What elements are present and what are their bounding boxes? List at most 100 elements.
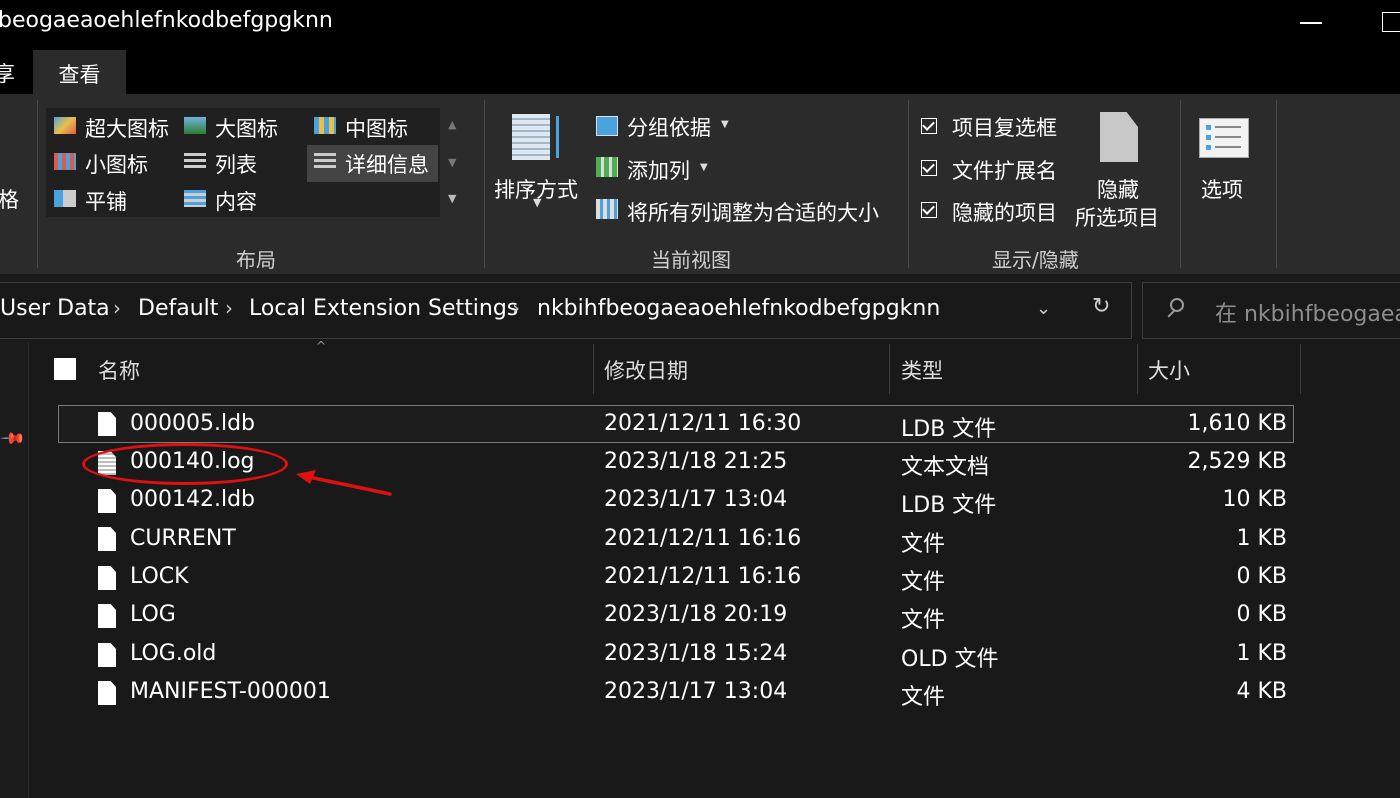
breadcrumb-chevron-icon[interactable]: › <box>113 296 121 320</box>
file-extensions-label: 文件扩展名 <box>952 159 1057 183</box>
window-title: beogaeaoehlefnkodbefgpgknn <box>0 8 333 33</box>
ribbon-divider <box>1276 100 1277 268</box>
file-icon <box>98 566 116 590</box>
breadcrumb-current-folder[interactable]: nkbihfbeogaeaoehlefnkodbefgpgknn <box>537 296 940 321</box>
file-type: 文件 <box>901 532 946 557</box>
column-divider[interactable] <box>1300 344 1301 394</box>
breadcrumb-chevron-icon[interactable]: › <box>225 296 233 320</box>
address-history-chevron-icon[interactable]: ⌄ <box>1036 298 1051 319</box>
group-label-current-view: 当前视图 <box>651 248 731 272</box>
file-type: LDB 文件 <box>901 417 997 442</box>
layout-content[interactable]: 内容 <box>215 186 257 216</box>
search-placeholder: 在 nkbihfbeogaea <box>1215 302 1400 327</box>
file-name[interactable]: MANIFEST-000001 <box>130 679 331 704</box>
layout-large-icons[interactable]: 大图标 <box>215 113 278 143</box>
ribbon-divider <box>37 100 38 268</box>
chevron-down-icon: ▼ <box>533 196 542 209</box>
breadcrumb-default[interactable]: Default <box>138 296 218 321</box>
file-size: 1,610 KB <box>1187 411 1288 436</box>
sort-by-icon <box>512 114 550 160</box>
extra-large-icons-icon <box>54 117 76 134</box>
ribbon-divider <box>908 100 909 268</box>
file-modified: 2023/1/18 15:24 <box>604 641 788 666</box>
file-name[interactable]: LOG <box>130 602 176 627</box>
tab-share[interactable]: 享 <box>0 58 15 88</box>
minimize-icon[interactable] <box>1300 22 1322 24</box>
file-name[interactable]: 000142.ldb <box>130 487 255 512</box>
file-modified: 2023/1/18 21:25 <box>604 449 788 474</box>
file-modified: 2021/12/11 16:16 <box>604 564 802 589</box>
add-column-button[interactable]: 添加列 <box>627 155 690 185</box>
sort-arrow-icon <box>556 116 559 158</box>
hidden-items-checkbox[interactable] <box>921 202 937 218</box>
annotation-arrow-icon <box>296 470 392 496</box>
file-type: 文件 <box>901 608 946 633</box>
list-icon <box>184 153 206 170</box>
file-size: 0 KB <box>1236 602 1287 627</box>
hide-selected-line1[interactable]: 隐藏 <box>1097 174 1139 204</box>
pane-button[interactable]: 格 <box>0 184 19 214</box>
options-button[interactable]: 选项 <box>1201 174 1243 204</box>
item-checkboxes-label: 项目复选框 <box>952 116 1057 140</box>
column-header-modified[interactable]: 修改日期 <box>604 355 688 385</box>
group-by-icon <box>596 116 618 136</box>
breadcrumb-user-data[interactable]: User Data <box>0 296 110 321</box>
file-type: 文件 <box>901 570 946 595</box>
small-icons-icon <box>54 153 76 170</box>
sort-indicator-icon: ^ <box>316 339 327 353</box>
column-divider[interactable] <box>1137 344 1138 394</box>
gallery-scroll-down-icon[interactable]: ▼ <box>448 156 456 169</box>
file-icon <box>98 489 116 513</box>
layout-details[interactable]: 详细信息 <box>345 149 429 179</box>
layout-list[interactable]: 列表 <box>215 149 257 179</box>
size-columns-icon <box>596 199 618 219</box>
file-modified: 2021/12/11 16:16 <box>604 526 802 551</box>
group-by-button[interactable]: 分组依据 <box>627 112 711 142</box>
file-name[interactable]: LOG.old <box>130 641 216 666</box>
size-all-columns-button[interactable]: 将所有列调整为合适的大小 <box>627 197 879 227</box>
file-name[interactable]: 000005.ldb <box>130 411 255 436</box>
column-divider[interactable] <box>593 344 594 394</box>
breadcrumb-chevron-icon[interactable]: › <box>512 296 520 320</box>
chevron-down-icon: ▼ <box>700 162 708 173</box>
file-size: 10 KB <box>1222 487 1287 512</box>
column-header-name[interactable]: 名称 <box>98 355 140 385</box>
tab-view-label: 查看 <box>58 63 101 87</box>
select-all-checkbox[interactable] <box>54 358 76 380</box>
layout-tiles[interactable]: 平铺 <box>85 186 127 216</box>
file-modified: 2023/1/18 20:19 <box>604 602 788 627</box>
gallery-scroll-up-icon[interactable]: ▲ <box>448 118 456 131</box>
column-divider[interactable] <box>889 344 890 394</box>
layout-extra-large-icons[interactable]: 超大图标 <box>85 113 169 143</box>
file-extensions-checkbox[interactable] <box>921 160 937 176</box>
hide-selected-line2[interactable]: 所选项目 <box>1075 202 1159 232</box>
ribbon-divider <box>484 100 485 268</box>
tab-view[interactable]: 查看 <box>33 50 126 96</box>
column-header-size[interactable]: 大小 <box>1148 355 1190 385</box>
layout-medium-icons[interactable]: 中图标 <box>345 113 408 143</box>
file-icon <box>98 527 116 551</box>
group-label-show-hide: 显示/隐藏 <box>992 248 1079 272</box>
breadcrumb-local-extension-settings[interactable]: Local Extension Settings <box>249 296 518 321</box>
details-icon <box>314 153 336 170</box>
file-name[interactable]: CURRENT <box>130 526 236 551</box>
column-header-type[interactable]: 类型 <box>901 355 943 385</box>
maximize-icon[interactable] <box>1382 12 1400 32</box>
chevron-down-icon: ▼ <box>721 119 729 130</box>
file-type: LDB 文件 <box>901 493 997 518</box>
file-modified: 2021/12/11 16:30 <box>604 411 802 436</box>
file-name[interactable]: LOCK <box>130 564 189 589</box>
item-checkboxes-checkbox[interactable] <box>921 118 937 134</box>
group-label-layout: 布局 <box>236 248 276 272</box>
layout-small-icons[interactable]: 小图标 <box>85 149 148 179</box>
content-icon <box>184 190 206 207</box>
refresh-icon[interactable]: ↻ <box>1092 294 1110 319</box>
file-icon <box>98 604 116 628</box>
file-icon <box>98 681 116 705</box>
file-type: 文件 <box>901 685 946 710</box>
tiles-icon <box>54 190 76 207</box>
file-modified: 2023/1/17 13:04 <box>604 679 788 704</box>
file-size: 0 KB <box>1236 564 1287 589</box>
medium-icons-icon <box>314 117 336 134</box>
gallery-more-icon[interactable]: ▼ <box>448 192 456 205</box>
